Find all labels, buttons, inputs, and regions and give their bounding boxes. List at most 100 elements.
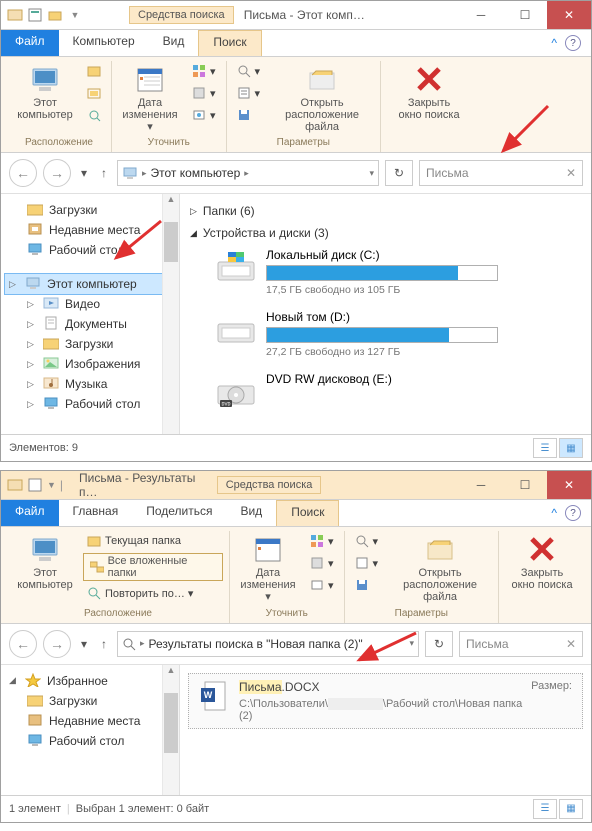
other-filter[interactable]: ▾ — [188, 105, 220, 125]
history-dropdown[interactable]: ▾ — [77, 634, 91, 654]
recent-searches[interactable]: ▾ — [351, 531, 383, 551]
this-pc-button[interactable]: Этоткомпьютер — [13, 61, 77, 123]
forward-button[interactable]: → — [43, 630, 71, 658]
nav-pane: ◢Избранное Загрузки Недавние места Рабоч… — [1, 665, 180, 795]
recent-icon — [27, 222, 43, 238]
ribbon-collapse[interactable]: ^ ? — [551, 500, 591, 526]
tree-recent[interactable]: Недавние места — [23, 220, 175, 240]
sidebar-scrollbar[interactable]: ▲ — [162, 194, 179, 434]
recent-searches[interactable]: ▾ — [233, 61, 265, 81]
save-search[interactable] — [351, 575, 383, 595]
other-filter[interactable]: ▾ — [306, 575, 338, 595]
quick-access-toolbar: ▼ — [1, 1, 89, 29]
all-subfolders-btn[interactable]: Все вложенные папки — [83, 553, 223, 581]
size-filter[interactable]: ▾ — [188, 83, 220, 103]
close-button[interactable]: ✕ — [547, 1, 591, 29]
open-location-button[interactable]: Открытьрасположение файла — [270, 61, 374, 135]
current-folder-btn[interactable]: Текущая папка — [83, 531, 223, 551]
maximize-button[interactable]: ☐ — [503, 471, 547, 499]
drive-d[interactable]: Новый том (D:) 27,2 ГБ свободно из 127 Г… — [214, 310, 581, 358]
search-result[interactable]: W Письма.DOCX С:\Пользователи\xxxxxxxxxx… — [188, 673, 583, 729]
addr-dropdown[interactable]: ▾ — [409, 638, 414, 649]
history-dropdown[interactable]: ▾ — [77, 163, 91, 183]
tree-music[interactable]: ▷Музыка — [23, 374, 175, 394]
search-box[interactable]: Письма ✕ — [419, 160, 583, 186]
minimize-button[interactable]: ─ — [459, 471, 503, 499]
qat-properties-icon[interactable] — [27, 7, 43, 23]
crumb-this-pc[interactable]: Этот компьютер — [151, 166, 241, 180]
up-button[interactable]: ↑ — [97, 634, 111, 654]
adv-options[interactable]: ▾ — [233, 83, 265, 103]
tree-desktop[interactable]: Рабочий стол — [23, 240, 175, 260]
tab-file[interactable]: Файл — [1, 30, 59, 56]
tree-favorites[interactable]: ◢Избранное — [5, 671, 175, 691]
drive-dvd[interactable]: DVD DVD RW дисковод (E:) — [214, 372, 581, 412]
qat-dropdown-icon[interactable]: ▼ — [47, 480, 56, 490]
address-bar[interactable]: ▸ Этот компьютер ▸ ▾ — [117, 160, 379, 186]
back-button[interactable]: ← — [9, 159, 37, 187]
tab-home[interactable]: Главная — [59, 500, 133, 526]
adv-options[interactable]: ▾ — [351, 553, 383, 573]
sidebar-scrollbar[interactable]: ▲ — [162, 665, 179, 795]
forward-button[interactable]: → — [43, 159, 71, 187]
folders-section-header[interactable]: ▷Папки (6) — [190, 204, 581, 218]
tab-search[interactable]: Поиск — [198, 30, 261, 56]
search-in-3[interactable] — [83, 105, 105, 125]
addr-dropdown[interactable]: ▾ — [369, 168, 374, 179]
calendar-icon — [134, 63, 166, 95]
tab-view[interactable]: Вид — [226, 500, 276, 526]
up-button[interactable]: ↑ — [97, 163, 111, 183]
tree-videos[interactable]: ▷Видео — [23, 294, 175, 314]
tab-file[interactable]: Файл — [1, 500, 59, 526]
qat-newfolder-icon[interactable] — [47, 7, 63, 23]
caret-icon[interactable]: ▷ — [9, 279, 19, 290]
close-search-button[interactable]: Закрытьокно поиска — [387, 61, 471, 123]
tab-view[interactable]: Вид — [149, 30, 199, 56]
address-bar[interactable]: ▸ Результаты поиска в "Новая папка (2)" … — [117, 631, 419, 657]
ribbon-tabs: Файл Компьютер Вид Поиск ^ ? — [1, 30, 591, 57]
ribbon-collapse[interactable]: ^ ? — [551, 30, 591, 56]
close-search-button[interactable]: Закрытьокно поиска — [505, 531, 579, 593]
kind-filter[interactable]: ▾ — [188, 61, 220, 81]
ribbon-group-precise: Датаизменения ▾ ▾ ▾ ▾ Уточнить — [230, 531, 345, 622]
details-view-button[interactable]: ☰ — [533, 799, 557, 819]
search-in-2[interactable] — [83, 83, 105, 103]
date-modified-button[interactable]: Датаизменения ▾ — [236, 531, 300, 605]
icons-view-button[interactable]: ▦ — [559, 438, 583, 458]
qat-dropdown-icon[interactable]: ▼ — [67, 7, 83, 23]
tree-desktop2[interactable]: ▷Рабочий стол — [23, 394, 175, 414]
refresh-button[interactable]: ↻ — [425, 631, 453, 657]
this-pc-button[interactable]: Этоткомпьютер — [13, 531, 77, 593]
tree-downloads[interactable]: Загрузки — [23, 200, 175, 220]
size-filter[interactable]: ▾ — [306, 553, 338, 573]
search-again-btn[interactable]: Повторить по… ▾ — [83, 583, 223, 603]
tab-share[interactable]: Поделиться — [132, 500, 226, 526]
date-modified-button[interactable]: Датаизменения ▾ — [118, 61, 182, 135]
save-search[interactable] — [233, 105, 265, 125]
minimize-button[interactable]: ─ — [459, 1, 503, 29]
close-button[interactable]: ✕ — [547, 471, 591, 499]
tree-desktop[interactable]: Рабочий стол — [23, 731, 175, 751]
qat-properties-icon[interactable] — [27, 477, 43, 493]
tree-recent[interactable]: Недавние места — [23, 711, 175, 731]
details-view-button[interactable]: ☰ — [533, 438, 557, 458]
tree-pictures[interactable]: ▷Изображения — [23, 354, 175, 374]
open-location-button[interactable]: Открытьрасположение файла — [388, 531, 492, 605]
tree-downloads[interactable]: Загрузки — [23, 691, 175, 711]
tree-documents[interactable]: ▷Документы — [23, 314, 175, 334]
kind-filter[interactable]: ▾ — [306, 531, 338, 551]
search-in-1[interactable] — [83, 61, 105, 81]
maximize-button[interactable]: ☐ — [503, 1, 547, 29]
drive-c[interactable]: Локальный диск (C:) 17,5 ГБ свободно из … — [214, 248, 581, 296]
back-button[interactable]: ← — [9, 630, 37, 658]
tree-downloads2[interactable]: ▷Загрузки — [23, 334, 175, 354]
refresh-button[interactable]: ↻ — [385, 160, 413, 186]
icons-view-button[interactable]: ▦ — [559, 799, 583, 819]
tab-computer[interactable]: Компьютер — [59, 30, 149, 56]
devices-section-header[interactable]: ◢Устройства и диски (3) — [190, 226, 581, 240]
clear-search-icon[interactable]: ✕ — [566, 166, 576, 180]
tree-this-pc[interactable]: ▷Этот компьютер — [5, 274, 175, 294]
tab-search[interactable]: Поиск — [276, 500, 339, 526]
search-box[interactable]: Письма ✕ — [459, 631, 583, 657]
clear-search-icon[interactable]: ✕ — [566, 637, 576, 651]
